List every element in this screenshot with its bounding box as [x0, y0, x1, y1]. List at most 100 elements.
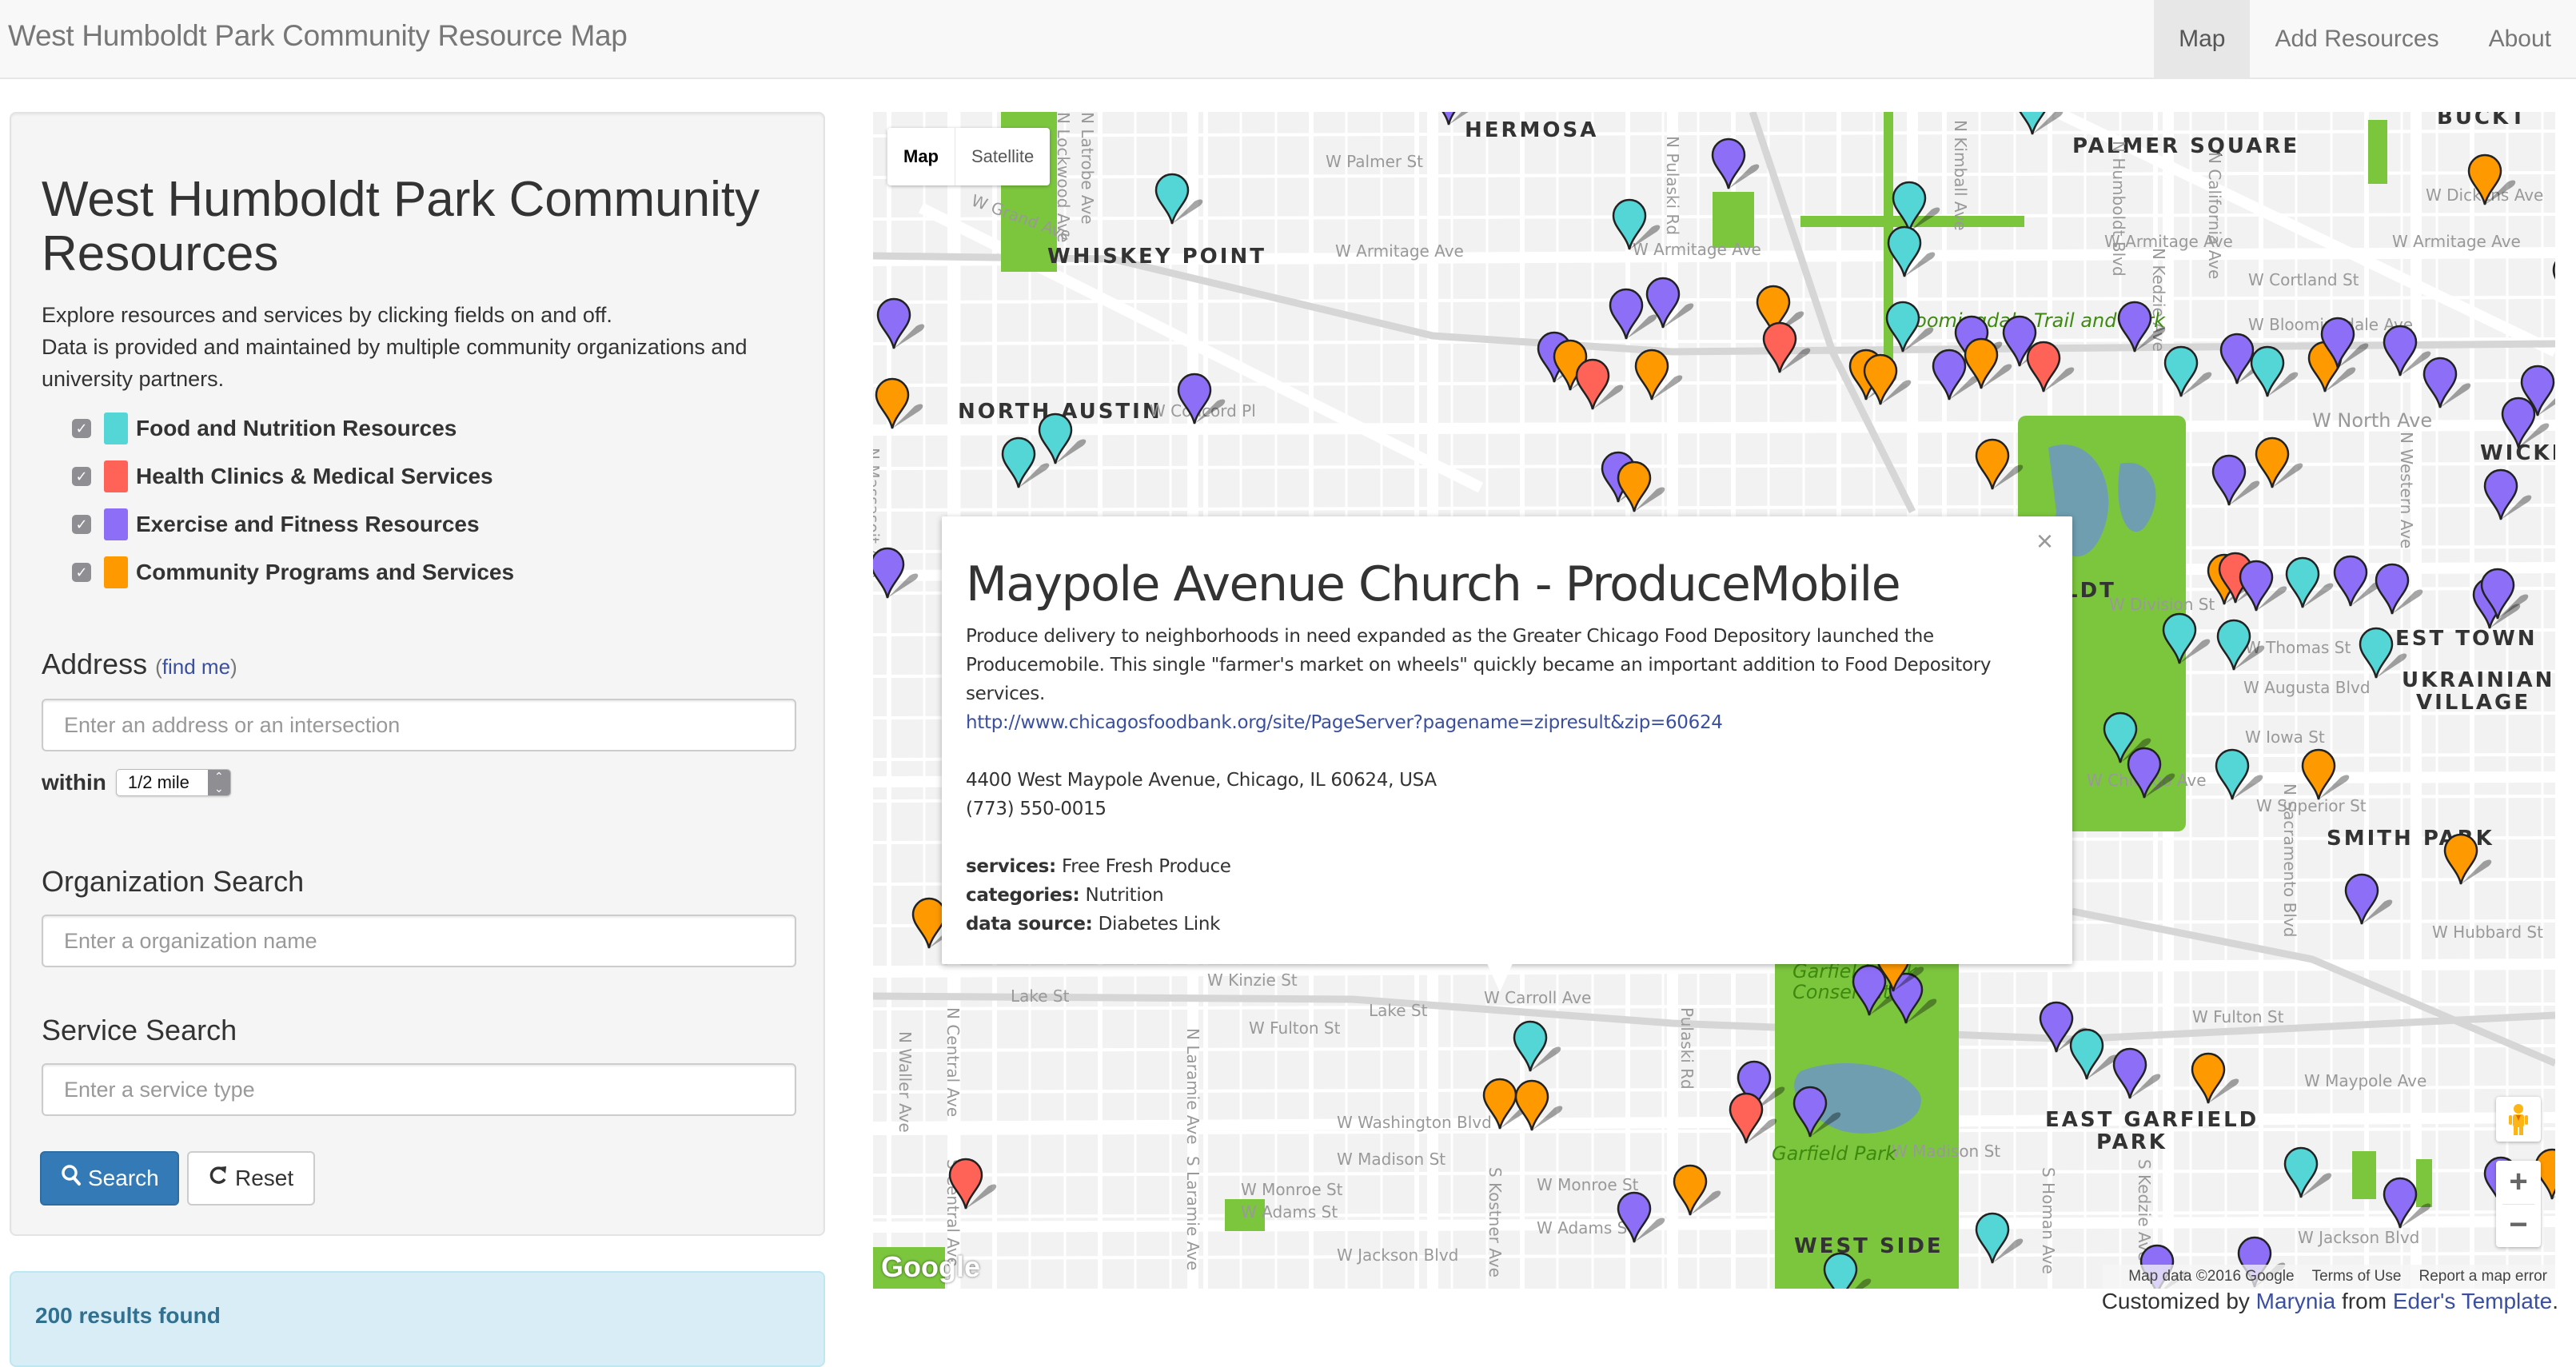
resource-marker-pin[interactable] — [2191, 1052, 2239, 1105]
resource-marker-pin[interactable] — [1932, 349, 1980, 401]
resource-marker-pin[interactable] — [2443, 833, 2492, 886]
resource-marker-pin[interactable] — [2359, 627, 2407, 680]
report-map-error-link[interactable]: Report a map error — [2418, 1268, 2547, 1285]
resource-marker-pin[interactable] — [1431, 112, 1469, 126]
resource-marker-pin[interactable] — [2320, 317, 2369, 369]
resource-marker-pin[interactable] — [1634, 349, 1683, 401]
checkbox-checked-icon[interactable]: ✓ — [72, 467, 91, 486]
resource-marker-pin[interactable] — [2552, 254, 2555, 305]
resource-marker-pin[interactable] — [1038, 412, 1087, 465]
resource-marker-pin[interactable] — [1673, 1164, 1721, 1217]
template-link[interactable]: Eder's Template — [2393, 1289, 2552, 1313]
terms-of-use-link[interactable]: Terms of Use — [2312, 1268, 2402, 1285]
resource-marker-pin[interactable] — [2480, 568, 2529, 620]
close-icon[interactable]: × — [2036, 524, 2053, 558]
brand-title[interactable]: West Humboldt Park Community Resource Ma… — [8, 19, 628, 53]
resource-marker-pin[interactable] — [1609, 288, 1657, 341]
resource-marker-pin[interactable] — [1729, 1092, 1777, 1145]
resource-marker-pin[interactable] — [2285, 556, 2334, 609]
resource-marker-pin[interactable] — [1823, 1252, 1872, 1289]
category-filter-community[interactable]: ✓ Community Programs and Services — [72, 548, 514, 596]
resource-marker-pin[interactable] — [2112, 1047, 2161, 1100]
resource-marker-pin[interactable] — [2162, 612, 2211, 665]
reset-button[interactable]: Reset — [187, 1151, 315, 1206]
resource-marker-pin[interactable] — [1711, 137, 1760, 190]
search-button[interactable]: Search — [40, 1151, 179, 1206]
service-search-input[interactable]: Enter a service type — [42, 1063, 796, 1116]
find-me-link[interactable]: find me — [162, 655, 230, 679]
map-type-satellite-button[interactable]: Satellite — [955, 128, 1050, 185]
nav-item-add-resources[interactable]: Add Resources — [2250, 0, 2463, 78]
category-filter-food[interactable]: ✓ Food and Nutrition Resources — [72, 405, 514, 452]
resource-marker-pin[interactable] — [1885, 301, 1934, 353]
category-filter-exercise[interactable]: ✓ Exercise and Fitness Resources — [72, 500, 514, 548]
category-filter-health[interactable]: ✓ Health Clinics & Medical Services — [72, 452, 514, 500]
resource-marker-pin[interactable] — [2375, 563, 2423, 616]
resource-marker-pin[interactable] — [2117, 301, 2166, 353]
resource-marker-pin[interactable] — [2333, 555, 2382, 608]
zoom-out-button[interactable]: − — [2496, 1204, 2541, 1247]
street-view-pegman[interactable] — [2496, 1097, 2541, 1142]
resource-marker-pin[interactable] — [2127, 747, 2175, 799]
vertical-street-label: N Waller Ave — [895, 1031, 915, 1133]
resource-marker-pin[interactable] — [1964, 337, 2012, 390]
find-me-paren: ) — [230, 655, 237, 679]
resource-marker-pin[interactable] — [2216, 619, 2265, 672]
resource-url-link[interactable]: http://www.chicagosfoodbank.org/site/Pag… — [966, 712, 1723, 733]
resource-marker-pin[interactable] — [2383, 325, 2431, 377]
resource-marker-pin[interactable] — [1892, 181, 1940, 233]
resource-marker-pin[interactable] — [948, 1158, 997, 1210]
resource-marker-pin[interactable] — [2422, 357, 2471, 409]
resource-marker-pin[interactable] — [1762, 321, 1811, 374]
resource-marker-pin[interactable] — [1482, 1078, 1531, 1130]
resource-marker-pin[interactable] — [2015, 112, 2064, 136]
resource-marker-pin[interactable] — [875, 377, 923, 430]
resource-marker-pin[interactable] — [1792, 1086, 1841, 1138]
resource-marker-pin[interactable] — [1154, 173, 1203, 225]
resource-marker-pin[interactable] — [1645, 277, 1694, 329]
resource-marker-pin[interactable] — [2163, 345, 2212, 398]
resource-marker-pin[interactable] — [2483, 468, 2532, 521]
resource-marker-pin[interactable] — [1975, 438, 2024, 491]
checkbox-checked-icon[interactable]: ✓ — [72, 419, 91, 438]
resource-marker-pin[interactable] — [1975, 1212, 2024, 1265]
resource-marker-pin[interactable] — [1514, 1079, 1563, 1132]
resource-marker-pin[interactable] — [1617, 460, 1665, 513]
nav-item-about[interactable]: About — [2464, 0, 2576, 78]
resource-marker-pin[interactable] — [2344, 873, 2393, 926]
resource-marker-pin[interactable] — [1001, 436, 1050, 489]
nav-item-map[interactable]: Map — [2154, 0, 2251, 78]
google-logo[interactable]: Google — [881, 1250, 980, 1284]
organization-search-input[interactable]: Enter a organization name — [42, 915, 796, 967]
resource-marker-pin[interactable] — [2383, 1177, 2431, 1230]
checkbox-checked-icon[interactable]: ✓ — [72, 515, 91, 534]
checkbox-checked-icon[interactable]: ✓ — [72, 563, 91, 582]
map-type-map-button[interactable]: Map — [887, 128, 955, 185]
resource-marker-pin[interactable] — [2239, 560, 2287, 612]
resource-marker-pin[interactable] — [2069, 1028, 2118, 1081]
resource-marker-pin[interactable] — [1177, 373, 1226, 425]
field-label: data source: — [966, 914, 1093, 935]
address-input[interactable]: Enter an address or an intersection — [42, 699, 796, 751]
author-link[interactable]: Marynia — [2256, 1289, 2336, 1313]
resource-marker-pin[interactable] — [1863, 353, 1912, 406]
resource-marker-pin[interactable] — [876, 297, 925, 350]
resource-marker-pin[interactable] — [1887, 225, 1936, 278]
resource-marker-pin[interactable] — [2467, 153, 2516, 206]
resource-marker-pin[interactable] — [2520, 365, 2555, 417]
resource-marker-pin[interactable] — [873, 547, 919, 600]
vertical-street-label: S Kostner Ave — [1485, 1167, 1505, 1277]
resource-marker-pin[interactable] — [1513, 1020, 1561, 1073]
resource-marker-pin[interactable] — [1617, 1191, 1665, 1244]
resource-marker-pin[interactable] — [2283, 1146, 2332, 1199]
resource-marker-pin[interactable] — [2215, 748, 2263, 801]
resource-marker-pin[interactable] — [2026, 341, 2075, 393]
resource-marker-pin[interactable] — [2211, 454, 2260, 507]
resource-marker-pin[interactable] — [2250, 345, 2299, 398]
resource-marker-pin[interactable] — [2301, 748, 2350, 801]
resource-marker-pin[interactable] — [1612, 198, 1661, 251]
zoom-in-button[interactable]: + — [2496, 1161, 2541, 1204]
radius-select[interactable]: 1/2 mile ⌃ ⌄ — [115, 769, 231, 796]
resource-marker-pin[interactable] — [1575, 358, 1624, 411]
resource-marker-pin[interactable] — [2255, 436, 2303, 489]
